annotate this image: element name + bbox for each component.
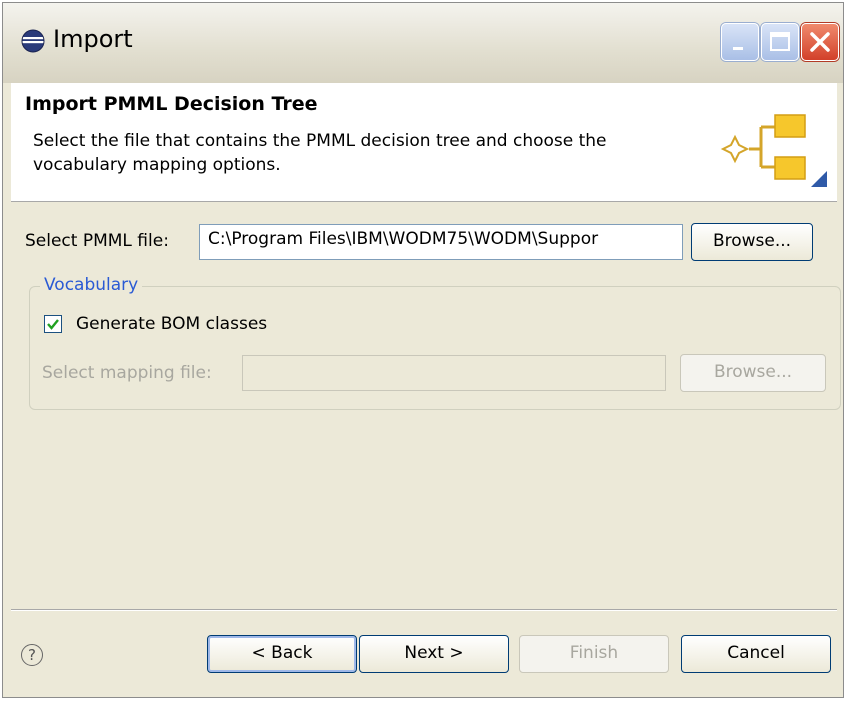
generate-bom-label: Generate BOM classes xyxy=(76,314,268,334)
vocabulary-legend: Vocabulary xyxy=(40,275,143,295)
banner-description: Select the file that contains the PMML d… xyxy=(33,131,607,175)
help-icon[interactable]: ? xyxy=(21,644,43,666)
generate-bom-checkbox[interactable] xyxy=(44,315,62,333)
wizard-banner: Import PMML Decision Tree Select the fil… xyxy=(11,83,837,202)
window-title: Import xyxy=(53,25,133,53)
pmml-file-label: Select PMML file: xyxy=(25,231,169,251)
cancel-button[interactable]: Cancel xyxy=(681,635,831,673)
pmml-browse-button[interactable]: Browse... xyxy=(691,223,813,261)
wizard-content: Select PMML file: C:\Program Files\IBM\W… xyxy=(11,202,841,602)
footer-separator xyxy=(11,609,837,611)
back-button[interactable]: < Back xyxy=(207,635,357,673)
mapping-browse-button[interactable]: Browse... xyxy=(680,354,826,392)
mapping-file-field[interactable] xyxy=(242,355,666,391)
finish-button[interactable]: Finish xyxy=(519,635,669,673)
import-dialog: Import Import PMML Decision Tree Select … xyxy=(2,2,844,698)
pmml-file-field[interactable]: C:\Program Files\IBM\WODM75\WODM\Suppor xyxy=(199,224,683,260)
banner-title: Import PMML Decision Tree xyxy=(25,93,318,115)
maximize-icon xyxy=(770,32,790,51)
vocabulary-group: Vocabulary Generate BOM classes Select m… xyxy=(29,275,841,410)
checkmark-icon xyxy=(47,319,59,330)
next-button[interactable]: Next > xyxy=(359,635,509,673)
minimize-icon xyxy=(733,47,743,50)
mapping-file-label: Select mapping file: xyxy=(42,363,212,383)
eclipse-icon xyxy=(21,29,45,53)
title-bar[interactable]: Import xyxy=(3,3,843,83)
maximize-button[interactable] xyxy=(761,23,799,61)
minimize-button[interactable] xyxy=(721,23,759,61)
close-icon xyxy=(810,32,830,52)
decision-tree-icon xyxy=(720,114,827,187)
close-button[interactable] xyxy=(801,23,839,61)
